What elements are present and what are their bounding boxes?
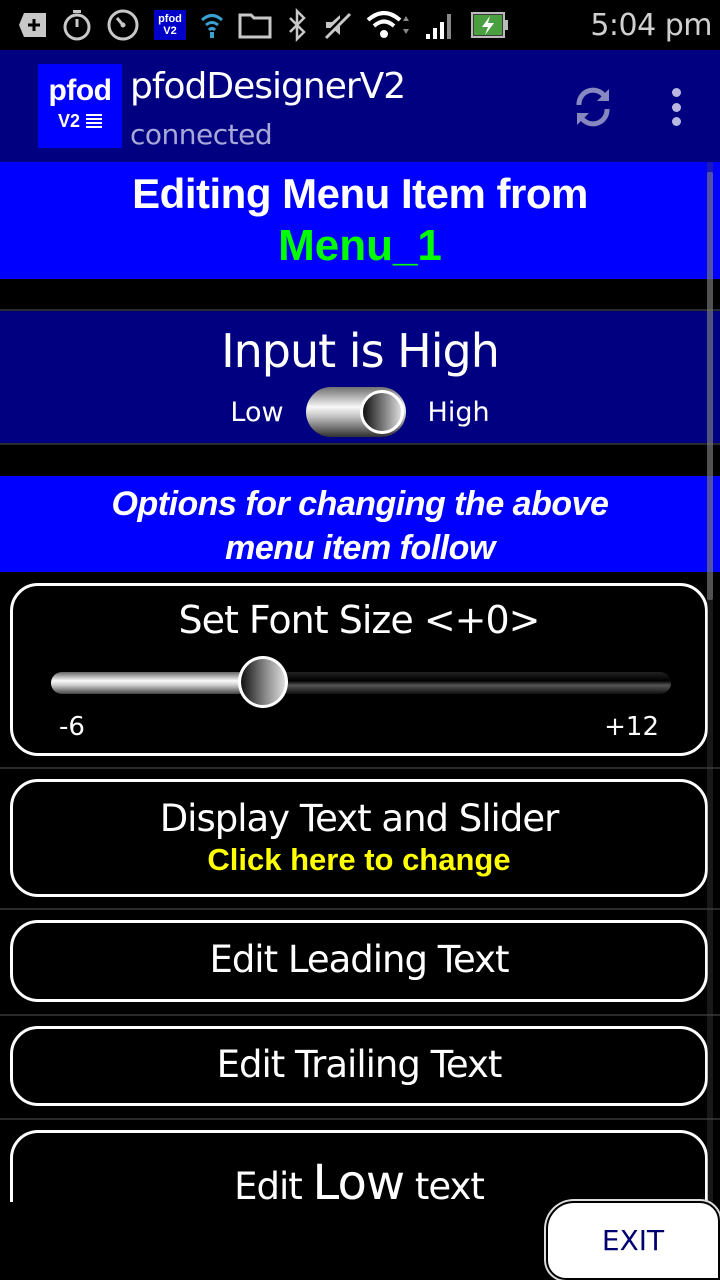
menu-content: Editing Menu Item from Menu_1 Input is H… bbox=[0, 162, 720, 1202]
battery-charging-icon bbox=[470, 0, 510, 50]
menu-name: Menu_1 bbox=[278, 221, 442, 270]
divider bbox=[0, 908, 720, 910]
font-size-slider-fill bbox=[51, 672, 263, 694]
edit-low-text-part1: Edit bbox=[234, 1165, 313, 1202]
options-header-line2: menu item follow bbox=[225, 529, 495, 567]
switch-low-label: Low bbox=[230, 396, 284, 428]
edit-low-text-part2: text bbox=[404, 1165, 485, 1202]
options-header-line1: Options for changing the above bbox=[111, 485, 609, 523]
font-size-slider-thumb[interactable] bbox=[237, 656, 288, 708]
connection-status: connected bbox=[130, 118, 273, 151]
logo-text: pfod bbox=[48, 74, 112, 107]
pfod-app-icon: pfod V2 bbox=[154, 0, 186, 50]
switch-high-label: High bbox=[427, 396, 490, 428]
folder-icon bbox=[238, 0, 272, 50]
status-bar: pfod V2 5:04 pm bbox=[0, 0, 720, 50]
edit-leading-text-button[interactable]: Edit Leading Text bbox=[10, 920, 708, 1002]
edit-low-text-button[interactable]: Edit Low text bbox=[10, 1130, 708, 1202]
refresh-icon bbox=[576, 87, 610, 127]
font-size-title: Set Font Size <+0> bbox=[178, 598, 540, 642]
edit-low-text-big: Low bbox=[312, 1155, 406, 1202]
menu-lines-icon bbox=[86, 114, 103, 128]
display-type-label: Display Text and Slider bbox=[159, 797, 560, 840]
divider bbox=[0, 767, 720, 769]
status-time: 5:04 pm bbox=[590, 7, 712, 43]
display-type-button[interactable]: Display Text and Slider Click here to ch… bbox=[10, 779, 708, 897]
edit-low-text-label: Edit Low text bbox=[13, 1153, 705, 1202]
options-header: Options for changing the above menu item… bbox=[0, 476, 720, 572]
divider bbox=[0, 443, 720, 445]
font-size-slider-track[interactable] bbox=[51, 672, 671, 694]
slider-min-label: -6 bbox=[59, 712, 85, 742]
input-state-label: Input is High bbox=[221, 324, 500, 378]
bluetooth-icon bbox=[286, 0, 308, 50]
divider bbox=[0, 1118, 720, 1120]
speedometer-icon bbox=[106, 0, 140, 50]
logo-version: V2 bbox=[57, 111, 81, 131]
overflow-dot-icon bbox=[671, 88, 681, 97]
font-size-slider-card: Set Font Size <+0> -6 +12 bbox=[10, 583, 708, 756]
input-state-item[interactable]: Input is High Low High bbox=[0, 311, 720, 443]
editing-header-title: Editing Menu Item from bbox=[132, 170, 588, 217]
stopwatch-icon bbox=[62, 0, 92, 50]
app-logo: pfod V2 bbox=[38, 64, 122, 148]
action-bar: pfod V2 pfodDesignerV2 connected bbox=[0, 50, 720, 162]
app-title: pfodDesignerV2 bbox=[130, 66, 406, 107]
edit-trailing-text-button[interactable]: Edit Trailing Text bbox=[10, 1026, 708, 1106]
signal-icon bbox=[424, 0, 456, 50]
refresh-button[interactable] bbox=[566, 80, 620, 134]
divider bbox=[0, 1014, 720, 1016]
overflow-dot-icon bbox=[671, 102, 681, 112]
edit-trailing-text-label: Edit Trailing Text bbox=[216, 1043, 503, 1086]
slider-max-label: +12 bbox=[604, 712, 659, 742]
scrollbar[interactable] bbox=[707, 172, 713, 600]
add-notification-icon bbox=[18, 0, 48, 50]
overflow-menu-button[interactable] bbox=[660, 84, 692, 130]
exit-button[interactable]: EXIT bbox=[546, 1201, 720, 1280]
mute-icon bbox=[322, 0, 352, 50]
input-state-toggle[interactable] bbox=[305, 387, 406, 437]
edit-leading-text-label: Edit Leading Text bbox=[209, 938, 509, 981]
click-to-change-label: Click here to change bbox=[207, 842, 511, 877]
wifi-small-icon bbox=[200, 0, 224, 50]
editing-header: Editing Menu Item from Menu_1 bbox=[0, 162, 720, 279]
pfod-icon-version: V2 bbox=[163, 25, 177, 37]
overflow-dot-icon bbox=[671, 117, 681, 126]
pfod-icon-text: pfod bbox=[158, 13, 182, 25]
toggle-knob bbox=[359, 390, 404, 434]
wifi-icon bbox=[366, 0, 410, 50]
